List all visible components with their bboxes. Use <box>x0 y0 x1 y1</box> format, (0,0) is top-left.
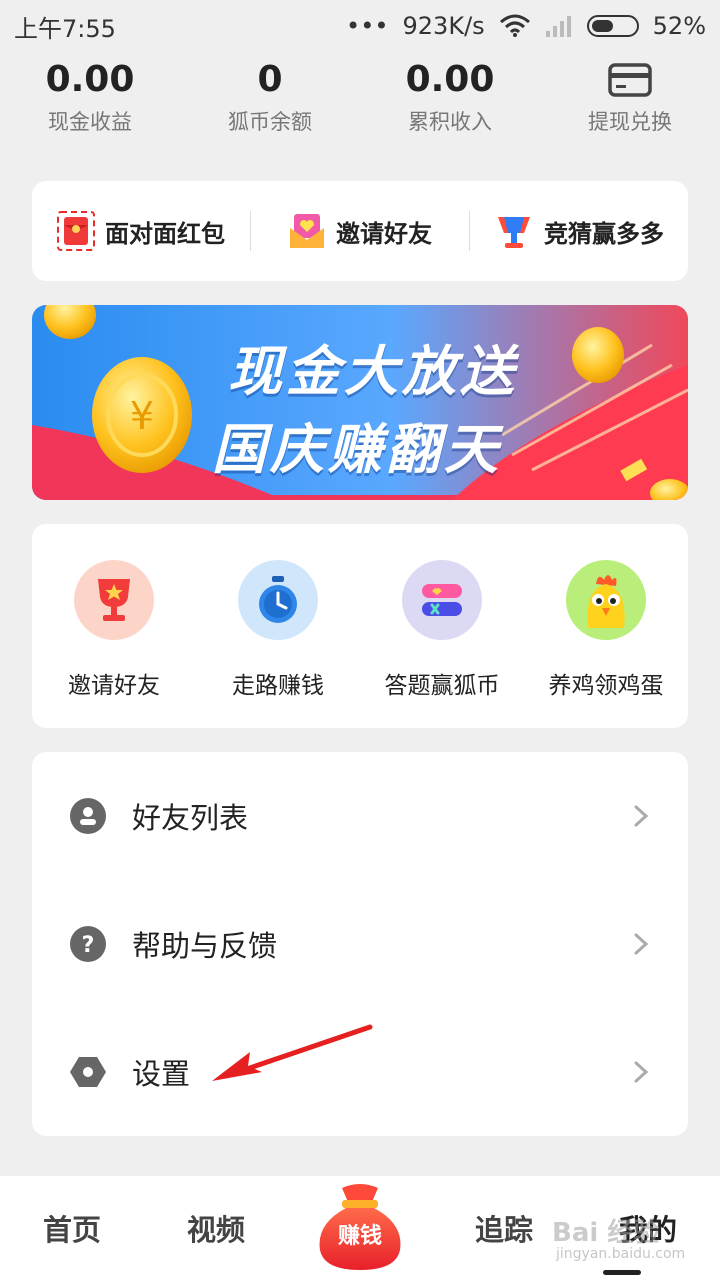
feature-walk-earn[interactable]: 走路赚钱 <box>196 560 360 728</box>
shortcut-label: 面对面红包 <box>105 219 225 248</box>
feature-label: 答题赢狐币 <box>384 673 500 699</box>
battery-fill <box>591 20 614 32</box>
menu-label: 帮助与反馈 <box>132 929 278 963</box>
feature-circle <box>238 560 318 640</box>
menu-help-feedback[interactable]: ? 帮助与反馈 <box>32 880 688 1008</box>
stat-value: 0 <box>257 59 283 100</box>
status-right: ••• 923K/s 52% <box>346 12 706 40</box>
feature-circle <box>402 560 482 640</box>
trophy-cup-icon <box>98 579 130 621</box>
stat-total-income[interactable]: 0.00 累积收入 <box>360 56 540 146</box>
user-icon <box>70 798 106 834</box>
quiz-icon <box>422 584 462 616</box>
stat-value: 0.00 <box>45 59 135 100</box>
stat-cash-earnings[interactable]: 0.00 现金收益 <box>0 56 180 146</box>
net-speed: 923K/s <box>402 12 485 40</box>
shortcut-invite-friends[interactable]: 邀请好友 <box>251 181 469 281</box>
svg-text:?: ? <box>82 933 95 958</box>
tab-video[interactable]: 视频 <box>144 1207 288 1249</box>
feature-circle <box>74 560 154 640</box>
chevron-right-icon <box>634 805 649 827</box>
shortcut-red-envelope[interactable]: 面对面红包 <box>32 181 250 281</box>
shortcut-label: 竞猜赢多多 <box>544 219 664 248</box>
stopwatch-icon <box>259 576 297 623</box>
help-icon: ? <box>70 926 106 962</box>
status-dots: ••• <box>346 12 389 40</box>
features-card: 邀请好友 走路赚钱 答题赢狐币 养鸡领鸡蛋 <box>32 524 688 728</box>
stat-label: 狐币余额 <box>228 110 312 134</box>
feature-label: 走路赚钱 <box>232 673 324 699</box>
battery-percent: 52% <box>652 12 706 40</box>
red-envelope-icon <box>57 211 95 251</box>
feature-invite-friends[interactable]: 邀请好友 <box>32 560 196 728</box>
stat-label: 累积收入 <box>408 110 492 134</box>
chicken-icon <box>587 575 625 628</box>
svg-text:¥: ¥ <box>130 394 154 438</box>
menu-card: 好友列表 ? 帮助与反馈 设置 <box>32 752 688 1136</box>
status-time: 上午7:55 <box>14 14 116 43</box>
feature-raise-chicken[interactable]: 养鸡领鸡蛋 <box>524 560 688 728</box>
invite-envelope-icon <box>290 214 324 248</box>
shortcuts-card: 面对面红包 邀请好友 竞猜赢多多 <box>32 181 688 281</box>
feature-label: 邀请好友 <box>68 673 160 699</box>
wifi-icon <box>499 14 530 37</box>
battery-icon <box>586 15 639 37</box>
stat-label: 现金收益 <box>48 110 132 134</box>
menu-settings[interactable]: 设置 <box>32 1008 688 1136</box>
feature-label: 养鸡领鸡蛋 <box>548 673 664 699</box>
shortcut-label: 邀请好友 <box>336 219 432 248</box>
stats-row: 0.00 现金收益 0 狐币余额 0.00 累积收入 提现兑换 <box>0 56 720 146</box>
status-bar: 上午7:55 ••• 923K/s 52% <box>0 0 720 52</box>
stat-withdraw[interactable]: 提现兑换 <box>540 56 720 146</box>
settings-icon <box>70 1057 106 1087</box>
tab-earn[interactable]: 赚钱 <box>288 1176 432 1280</box>
tab-home[interactable]: 首页 <box>0 1207 144 1249</box>
active-tab-indicator <box>603 1270 641 1275</box>
watermark-logo: Bai 经验 <box>552 1218 660 1248</box>
menu-friend-list[interactable]: 好友列表 <box>32 752 688 880</box>
watermark-url: jingyan.baidu.com <box>556 1246 686 1262</box>
stat-coin-balance[interactable]: 0 狐币余额 <box>180 56 360 146</box>
banner-line2: 国庆赚翻天 <box>212 418 502 481</box>
menu-label: 设置 <box>132 1057 191 1091</box>
signal-icon <box>545 16 571 37</box>
feature-circle <box>566 560 646 640</box>
shortcut-guess-win[interactable]: 竞猜赢多多 <box>470 181 688 281</box>
menu-label: 好友列表 <box>132 801 249 835</box>
banner-line1: 现金大放送 <box>228 340 518 403</box>
chevron-right-icon <box>634 1061 649 1083</box>
stat-label: 提现兑换 <box>588 110 672 134</box>
stat-value: 0.00 <box>405 59 495 100</box>
withdraw-icon-wrap <box>540 56 720 104</box>
chevron-right-icon <box>634 933 649 955</box>
tab-earn-label: 赚钱 <box>337 1224 382 1249</box>
card-icon <box>608 63 652 97</box>
trophy-icon <box>498 217 530 248</box>
promo-banner[interactable]: ¥ 现金大放送 国庆赚翻天 <box>32 305 688 500</box>
feature-quiz-coins[interactable]: 答题赢狐币 <box>360 560 524 728</box>
